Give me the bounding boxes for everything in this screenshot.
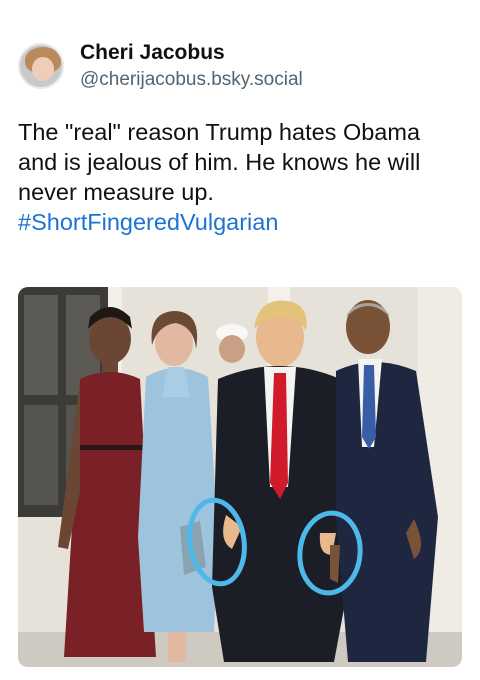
author-avatar[interactable] [18,43,64,89]
post-header: Cheri Jacobus @cherijacobus.bsky.social [18,40,303,92]
author-display-name[interactable]: Cheri Jacobus [80,40,303,66]
author-names: Cheri Jacobus @cherijacobus.bsky.social [80,40,303,92]
post-text: The "real" reason Trump hates Obama and … [18,117,462,237]
post-card: Cheri Jacobus @cherijacobus.bsky.social … [0,0,480,680]
post-image-illustration [18,287,462,667]
hashtag-link[interactable]: #ShortFingeredVulgarian [18,209,278,235]
author-handle[interactable]: @cherijacobus.bsky.social [80,68,303,92]
post-body-text: The "real" reason Trump hates Obama and … [18,119,421,205]
post-image[interactable] [18,287,462,667]
